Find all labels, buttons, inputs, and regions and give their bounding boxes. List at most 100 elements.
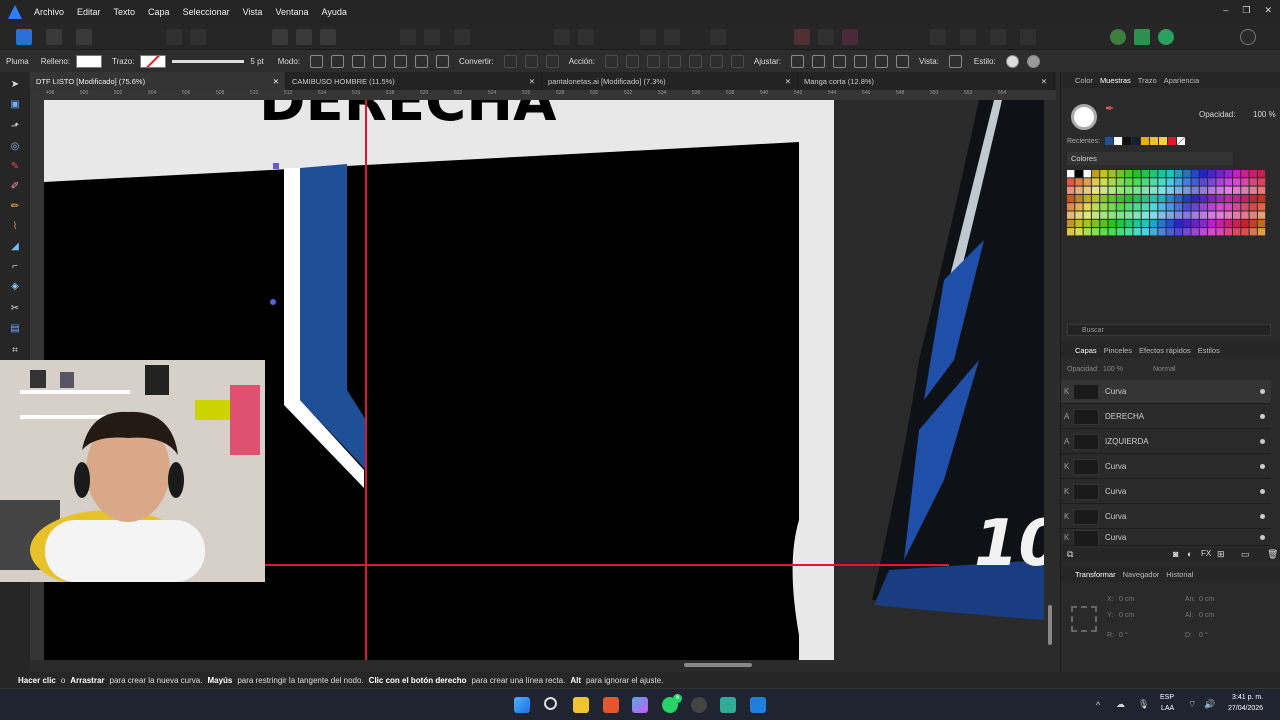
swatch-cell[interactable] (1133, 228, 1141, 236)
swatch-cell[interactable] (1083, 186, 1091, 194)
onedrive-icon[interactable]: ☁ (1116, 699, 1125, 710)
tab-manga-corta[interactable]: Manga corta (12.8%) ✕ (798, 72, 1054, 90)
swatch-cell[interactable] (1100, 194, 1108, 203)
brush-tool-icon[interactable]: ✏ (8, 200, 22, 214)
swatch-cell[interactable] (1158, 211, 1166, 219)
swatch-cell[interactable] (1174, 170, 1183, 178)
context-toolbar-icon[interactable] (930, 29, 946, 45)
tab-swatches[interactable]: Muestras (1100, 76, 1131, 85)
swatch-cell[interactable] (1133, 203, 1141, 211)
line-mode-icon[interactable] (373, 54, 386, 68)
swatch-grid[interactable] (1067, 170, 1273, 244)
swatch-cell[interactable] (1141, 178, 1149, 186)
reverse-icon[interactable] (688, 54, 702, 68)
swatch-cell[interactable] (1199, 228, 1208, 236)
swatch-cell[interactable] (1233, 203, 1241, 211)
swatch-cell[interactable] (1100, 203, 1108, 211)
visibility-dot[interactable] (1260, 514, 1265, 519)
swatch-cell[interactable] (1116, 219, 1125, 228)
swatch-cell[interactable] (1208, 203, 1216, 211)
swatch-cell[interactable] (1257, 194, 1266, 203)
menu-ayuda[interactable]: Ayuda (322, 7, 347, 17)
tab-efectos-rapidos[interactable]: Efectos rápidos (1139, 346, 1191, 355)
swatch-cell[interactable] (1150, 211, 1158, 219)
swatch-cell[interactable] (1158, 186, 1166, 194)
swatch-cell[interactable] (1100, 211, 1108, 219)
document-setup-icon[interactable] (166, 29, 182, 45)
visibility-dot[interactable] (1260, 439, 1265, 444)
menu-ventana[interactable]: Ventana (275, 7, 308, 17)
boolean-subtract-icon[interactable] (664, 29, 680, 45)
swatch-cell[interactable] (1249, 186, 1257, 194)
swatch-cell[interactable] (1091, 211, 1100, 219)
add-node-icon[interactable] (730, 54, 744, 68)
swatch-cell[interactable] (1224, 203, 1232, 211)
swatch-cell[interactable] (1257, 211, 1266, 219)
swatch-cell[interactable] (1075, 228, 1083, 236)
swatch-cell[interactable] (1224, 178, 1232, 186)
swatch[interactable] (1159, 137, 1167, 145)
adjustment-icon[interactable]: ◐ (1187, 549, 1192, 559)
swatch-cell[interactable] (1249, 211, 1257, 219)
swatch-cell[interactable] (1174, 194, 1183, 203)
windows-start-icon[interactable] (514, 697, 530, 713)
swatch-cell[interactable] (1216, 170, 1224, 178)
swatch-cell[interactable] (1158, 170, 1166, 178)
swatch-cell[interactable] (1166, 203, 1174, 211)
swatch-cell[interactable] (1233, 211, 1241, 219)
minimize-icon[interactable]: – (1223, 5, 1228, 16)
swatch-cell[interactable] (1075, 219, 1083, 228)
swatch-cell[interactable] (1108, 228, 1116, 236)
layers-options-icon[interactable]: ⧉ (1067, 549, 1073, 560)
microphone-icon[interactable]: 🎙 (1138, 699, 1149, 710)
swatch-cell[interactable] (1091, 228, 1100, 236)
swatch-cell[interactable] (1067, 203, 1075, 211)
swatch-cell[interactable] (1174, 203, 1183, 211)
swatch-cell[interactable] (1216, 203, 1224, 211)
swatch-cell[interactable] (1125, 170, 1133, 178)
swatch-cell[interactable] (1191, 178, 1199, 186)
preferences-gear-icon[interactable] (190, 29, 206, 45)
swatch-cell[interactable] (1249, 170, 1257, 178)
eyedropper-icon[interactable]: ✒ (1105, 102, 1114, 115)
tab-estilos[interactable]: Estilos (1198, 346, 1220, 355)
swatch-cell[interactable] (1257, 178, 1266, 186)
swatch-cell[interactable] (1166, 186, 1174, 194)
join-icon[interactable] (667, 54, 681, 68)
snap-d-icon[interactable] (854, 54, 868, 68)
swatch-cell[interactable] (1166, 219, 1174, 228)
swatch-cell[interactable] (1199, 178, 1208, 186)
view-icon[interactable] (948, 54, 962, 68)
swatch-cell[interactable] (1141, 228, 1149, 236)
swatch-cell[interactable] (1208, 194, 1216, 203)
swatch-cell[interactable] (1183, 211, 1191, 219)
horizontal-scrollbar[interactable] (44, 660, 1044, 670)
swatch-cell[interactable] (1191, 170, 1199, 178)
swatch-cell[interactable] (1125, 211, 1133, 219)
pen-tool-icon[interactable]: ✎ (8, 160, 22, 174)
swatch-cell[interactable] (1224, 194, 1232, 203)
swatch-cell[interactable] (1191, 211, 1199, 219)
swatch-cell[interactable] (1166, 211, 1174, 219)
boolean-add-icon[interactable] (640, 29, 656, 45)
swatch-cell[interactable] (1241, 228, 1249, 236)
affinity-logo-icon[interactable] (8, 5, 22, 19)
arrange-icon[interactable] (960, 29, 976, 45)
tab-capas[interactable]: Capas (1075, 346, 1097, 355)
swatch-cell[interactable] (1067, 211, 1075, 219)
snap-c-icon[interactable] (833, 54, 847, 68)
swatch-cell[interactable] (1233, 170, 1241, 178)
swatch-cell[interactable] (1100, 228, 1108, 236)
swatch-cell[interactable] (1150, 170, 1158, 178)
menu-texto[interactable]: Texto (114, 7, 136, 17)
eyedropper-tool-icon[interactable]: ⌐ (8, 260, 22, 274)
swatch-cell[interactable] (1224, 211, 1232, 219)
swatch-cell[interactable] (1083, 219, 1091, 228)
swatch-cell[interactable] (1183, 170, 1191, 178)
swatch-cell[interactable] (1257, 228, 1266, 236)
snap-grid-icon[interactable] (272, 29, 288, 45)
swatch-cell[interactable] (1125, 178, 1133, 186)
swatch-cell[interactable] (1166, 178, 1174, 186)
swatch-cell[interactable] (1249, 194, 1257, 203)
horizontal-scroll-thumb[interactable] (684, 663, 752, 667)
